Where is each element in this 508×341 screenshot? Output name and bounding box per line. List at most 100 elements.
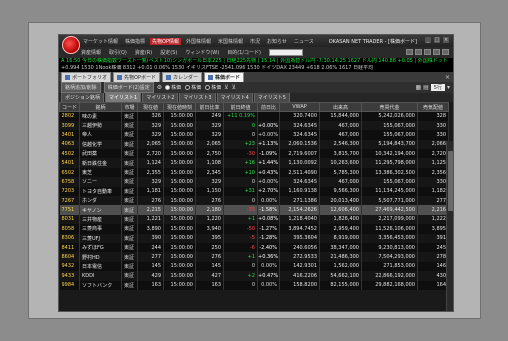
list-tab[interactable]: マイリスト4	[216, 93, 253, 102]
column-header[interactable]: 前日終値	[223, 102, 258, 112]
table-row[interactable]: 9432 日本電信 東証 145 15:00:00 145 0 0.00% 142.9301 1,…	[59, 261, 449, 272]
titlebar-tab[interactable]: 外国株情報	[184, 38, 213, 45]
rows-select[interactable]: 5行	[430, 84, 445, 91]
table-row[interactable]: 5401 新日鉄住金 東証 1,124 15:00:00 1,108 +16 +1.44% 1,…	[59, 158, 449, 168]
cell-vwap: 1,130.0092	[279, 158, 320, 168]
table-row[interactable]: 7203 トヨタ自動車 東証 1,181 15:00:00 1,150 +31 +2.70% 1…	[59, 186, 449, 197]
board-tab[interactable]: 株価ボード	[203, 72, 244, 82]
table-row[interactable]: 8031 三井物産 東証 1,221 15:00:00 1,220 +1 +0.08% 1,21…	[59, 214, 449, 225]
table-row[interactable]: 7751 キヤノン 東証 2,215 15:00:00 2,180 -35 -1.58% 2,1…	[59, 205, 449, 215]
tool-icon[interactable]	[442, 49, 449, 55]
list-icon[interactable]: ▤	[423, 84, 429, 91]
table-row[interactable]: 4063 信越化学 東証 2,065 15:00:00 2,065 +23 +1.13% 2,0…	[59, 139, 449, 150]
maximize-icon[interactable]: □	[434, 37, 440, 43]
menu-item[interactable]: 資産情報	[81, 49, 101, 56]
table-row[interactable]: 3401 帝人 東証 329 15:00:00 329 0 +0.00% 324.6345 467…	[59, 130, 449, 140]
cell-price: 1,181	[137, 186, 164, 197]
gear-icon[interactable]: ⚙	[157, 84, 162, 91]
cell-name: ホンダ	[79, 196, 122, 206]
table-row[interactable]: 8058 三菱商事 東証 3,890 15:00:00 3,940 -50 -1.27% 3,8…	[59, 224, 449, 234]
board-tab[interactable]: カレンダー	[161, 72, 202, 82]
menu-item[interactable]: ウィンドウ(W)	[185, 49, 219, 56]
menu-item[interactable]: 設定(S)	[160, 49, 177, 56]
filter-icon[interactable]: ⊻	[224, 84, 228, 91]
scrollbar-thumb[interactable]	[448, 151, 453, 211]
cell-name: みずほFG	[79, 242, 122, 253]
menu-item[interactable]: 取引(Q)	[109, 49, 127, 56]
minimize-icon[interactable]: _	[425, 37, 431, 43]
column-header[interactable]: 出来高	[319, 102, 362, 112]
cell-value: 11,295,798,000	[361, 158, 418, 168]
column-header[interactable]: 現在値時刻	[163, 102, 196, 112]
cell-price: 277	[137, 252, 164, 262]
add-remove-button[interactable]: 銘柄追加/削除	[61, 82, 101, 93]
table-row[interactable]: 8306 三菱UFJ 東証 390 15:00:00 395 -5 -1.28% 395.360…	[59, 233, 449, 243]
titlebar-tab[interactable]: 株価指標	[123, 38, 147, 45]
chevron-down-icon[interactable]: ▾	[447, 84, 450, 91]
list-tab[interactable]: マイリスト2	[142, 93, 179, 102]
close-board-icon[interactable]: ×	[445, 74, 450, 81]
cell-market: 東証	[121, 177, 138, 187]
tool-icon[interactable]	[406, 49, 413, 55]
table-row[interactable]: 6758 ソニー 東証 329 15:00:00 329 0 +0.00% 324.6345 46…	[59, 177, 449, 187]
column-header[interactable]: VWAP	[279, 102, 320, 112]
cell-ratio: 276	[195, 196, 224, 206]
cell-market: 東証	[121, 205, 138, 215]
table-header: コード 銘柄 市場 現在値 現在値時刻 前日比率 前日終値 前日比 VWAP 出来高 売買代金 売気配…	[59, 102, 449, 112]
display-radio[interactable]: 株価	[165, 84, 181, 91]
titlebar-tab[interactable]: 先物OP情報	[150, 37, 181, 45]
cell-bid: 2,720	[417, 149, 449, 159]
table-row[interactable]: 9984 ソフトバンク 東証 163 15:00:00 163 0 0.00% 158.8200…	[59, 280, 449, 290]
column-header[interactable]: コード	[59, 102, 80, 112]
menu-bar: 資産情報 取引(Q) 資産(R) 設定(S) ウィンドウ(W) 目的(1/コード)	[59, 47, 453, 58]
titlebar-tab[interactable]: 市況	[248, 38, 262, 45]
display-radio[interactable]: 株価	[185, 84, 201, 91]
titlebar-tab[interactable]: ニュース	[292, 38, 316, 45]
radio-icon	[205, 85, 211, 90]
column-header[interactable]: 銘柄	[79, 102, 122, 112]
list-tab[interactable]: マイリスト3	[179, 93, 216, 102]
titlebar-tab[interactable]: お知らせ	[265, 38, 289, 45]
table-row[interactable]: 4502 武田薬 東証 2,720 15:00:00 2,750 -30 -1.09% 2,71…	[59, 149, 449, 159]
grid-icon[interactable]: ▦	[415, 84, 421, 91]
close-icon[interactable]: ×	[443, 37, 449, 43]
app-window: マーケット情報 株価指標 先物OP情報 外国株情報 米国株情報 市況 お知らせ ニュース OKA…	[58, 34, 454, 312]
list-tab[interactable]: ポジション銘柄	[61, 93, 105, 102]
column-header[interactable]: 市場	[121, 102, 138, 112]
list-tab[interactable]: マイリスト5	[253, 93, 290, 102]
tool-icon[interactable]	[433, 49, 440, 55]
filter-icon[interactable]: ⊻	[232, 84, 236, 91]
table-row[interactable]: 3099 三越伊勢 東証 329 15:00:00 329 0 +0.00% 324.6345 4…	[59, 120, 449, 131]
cell-chg	[257, 111, 280, 121]
table-row[interactable]: 8411 みずほFG 東証 244 15:00:00 250 -6 -2.40% 240.605…	[59, 242, 449, 253]
column-header[interactable]: 売気配値	[417, 102, 449, 112]
cell-name: 三菱商事	[79, 224, 122, 234]
board-tab[interactable]: ポートフォリオ	[61, 72, 112, 82]
table-row[interactable]: 6502 東芝 東証 2,355 15:00:00 2,345 +10 +0.43% 2,511…	[59, 167, 449, 178]
scrollbar[interactable]	[446, 141, 453, 311]
cell-price: 2,215	[137, 205, 164, 215]
cell-market: 東証	[121, 158, 138, 168]
board-tab[interactable]: 先物OPボード	[113, 72, 160, 82]
column-header[interactable]: 売買代金	[361, 102, 418, 112]
table-row[interactable]: 7267 ホンダ 東証 276 15:00:00 276 0 0.00% 271.1386 20,…	[59, 196, 449, 206]
table-row[interactable]: 9433 KDDI 東証 429 15:00:00 427 +2 +0.47% 416.2206…	[59, 271, 449, 281]
board-settings-button[interactable]: 株価ボード(2)設定	[103, 82, 154, 93]
list-tab[interactable]: マイリスト1	[105, 93, 142, 102]
display-radio[interactable]: 株価	[205, 84, 221, 91]
cell-bid: 330	[417, 177, 449, 187]
cell-bid: 277	[417, 196, 449, 206]
cell-price: 3,890	[137, 224, 164, 234]
menu-item[interactable]: 目的(1/コード)	[227, 49, 261, 56]
tool-icon[interactable]	[415, 49, 422, 55]
tool-icon[interactable]	[424, 49, 431, 55]
column-header[interactable]: 前日比	[257, 102, 280, 112]
titlebar-tab[interactable]: マーケット情報	[81, 38, 120, 45]
search-input[interactable]	[268, 49, 303, 56]
table-row[interactable]: 8604 野村HD 東証 277 15:00:00 276 +1 +0.36% 272.9533…	[59, 252, 449, 262]
titlebar-tab[interactable]: 米国株情報	[216, 38, 245, 45]
column-header[interactable]: 前日比率	[195, 102, 224, 112]
column-header[interactable]: 現在値	[137, 102, 164, 112]
menu-item[interactable]: 資産(R)	[135, 49, 152, 56]
table-row[interactable]: 2802 味の素 東証 326 15:00:00 249 +11 0.19% 320.7400…	[59, 111, 449, 121]
